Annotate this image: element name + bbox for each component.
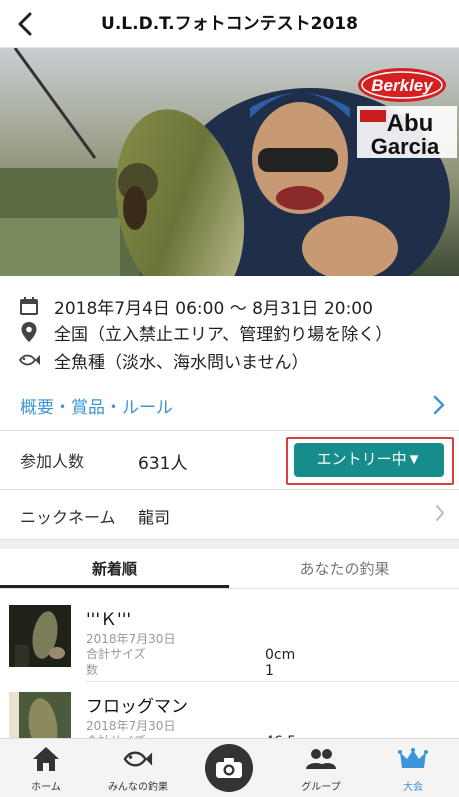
catch-list-item[interactable]: '''Ｋ''' 2018年7月30日 合計サイズ 数 0cm 1 xyxy=(0,599,459,687)
nav-tournament[interactable]: 大会 xyxy=(367,739,459,797)
tab-newest[interactable]: 新着順 xyxy=(0,549,229,589)
total-size-value: 0cm xyxy=(265,647,296,663)
rules-link[interactable]: 概要・賞品・ルール xyxy=(0,387,459,423)
count-value: 1 xyxy=(265,663,274,679)
nav-label: グループ xyxy=(301,782,341,793)
brand-garcia: Garcia xyxy=(371,134,440,159)
nav-label: みんなの釣果 xyxy=(108,782,168,793)
chevron-left-icon xyxy=(18,12,32,36)
count-label: 数 xyxy=(86,663,99,677)
nickname-row[interactable]: ニックネーム 龍司 xyxy=(0,489,459,539)
chevron-right-icon xyxy=(435,504,445,526)
nav-everyone-catches[interactable]: みんなの釣果 xyxy=(92,739,184,797)
nav-group[interactable]: グループ xyxy=(275,739,367,797)
area-row: 全国（立入禁止エリア、管理釣り場を除く） xyxy=(18,319,392,345)
nav-label: 大会 xyxy=(403,782,423,793)
group-icon xyxy=(306,745,336,773)
brand-abu: Abu xyxy=(387,110,434,137)
species-row: 全魚種（淡水、海水問いません） xyxy=(18,347,309,373)
contest-banner-image: Berkley Abu Garcia xyxy=(0,48,459,276)
brand-berkley: Berkley xyxy=(371,76,434,95)
date-range: 2018年7月4日 06:00 〜 8月31日 20:00 xyxy=(54,298,373,319)
page-title: U.L.D.T.フォトコンテスト2018 xyxy=(101,14,358,34)
angler-name: フロッグマン xyxy=(86,697,188,717)
species-text: 全魚種（淡水、海水問いません） xyxy=(54,352,309,373)
total-size-label: 合計サイズ xyxy=(86,647,146,661)
tab-your-catches[interactable]: あなたの釣果 xyxy=(230,549,459,589)
active-tab-indicator xyxy=(0,585,229,588)
rules-link-label: 概要・賞品・ルール xyxy=(20,397,173,418)
camera-icon xyxy=(216,758,242,778)
nav-home[interactable]: ホーム xyxy=(0,739,92,797)
area-text: 全国（立入禁止エリア、管理釣り場を除く） xyxy=(54,324,393,345)
nickname-label: ニックネーム xyxy=(20,508,116,527)
camera-button[interactable] xyxy=(205,744,253,792)
angler-name: '''Ｋ''' xyxy=(86,610,132,630)
date-row: 2018年7月4日 06:00 〜 8月31日 20:00 xyxy=(18,293,373,319)
fish-icon xyxy=(18,349,40,371)
catch-photo xyxy=(9,605,71,667)
participants-row: 参加人数 631人 エントリー中▼ xyxy=(0,431,459,489)
section-gap xyxy=(0,539,459,549)
home-icon xyxy=(31,745,61,773)
crown-icon xyxy=(398,745,428,773)
back-button[interactable] xyxy=(8,6,42,42)
entry-status-button[interactable]: エントリー中▼ xyxy=(294,443,444,477)
contest-info: 2018年7月4日 06:00 〜 8月31日 20:00 全国（立入禁止エリア… xyxy=(0,276,459,430)
participants-label: 参加人数 xyxy=(20,452,85,471)
chevron-right-icon xyxy=(433,395,445,419)
nav-label: ホーム xyxy=(31,782,61,793)
location-pin-icon xyxy=(18,321,40,343)
feed-tabs: 新着順 あなたの釣果 xyxy=(0,549,459,589)
calendar-icon xyxy=(18,295,40,317)
fish-icon xyxy=(123,745,153,773)
participants-count: 631人 xyxy=(138,454,188,474)
app-header: U.L.D.T.フォトコンテスト2018 xyxy=(0,0,459,48)
list-divider xyxy=(86,681,459,682)
nickname-value: 龍司 xyxy=(138,508,171,527)
